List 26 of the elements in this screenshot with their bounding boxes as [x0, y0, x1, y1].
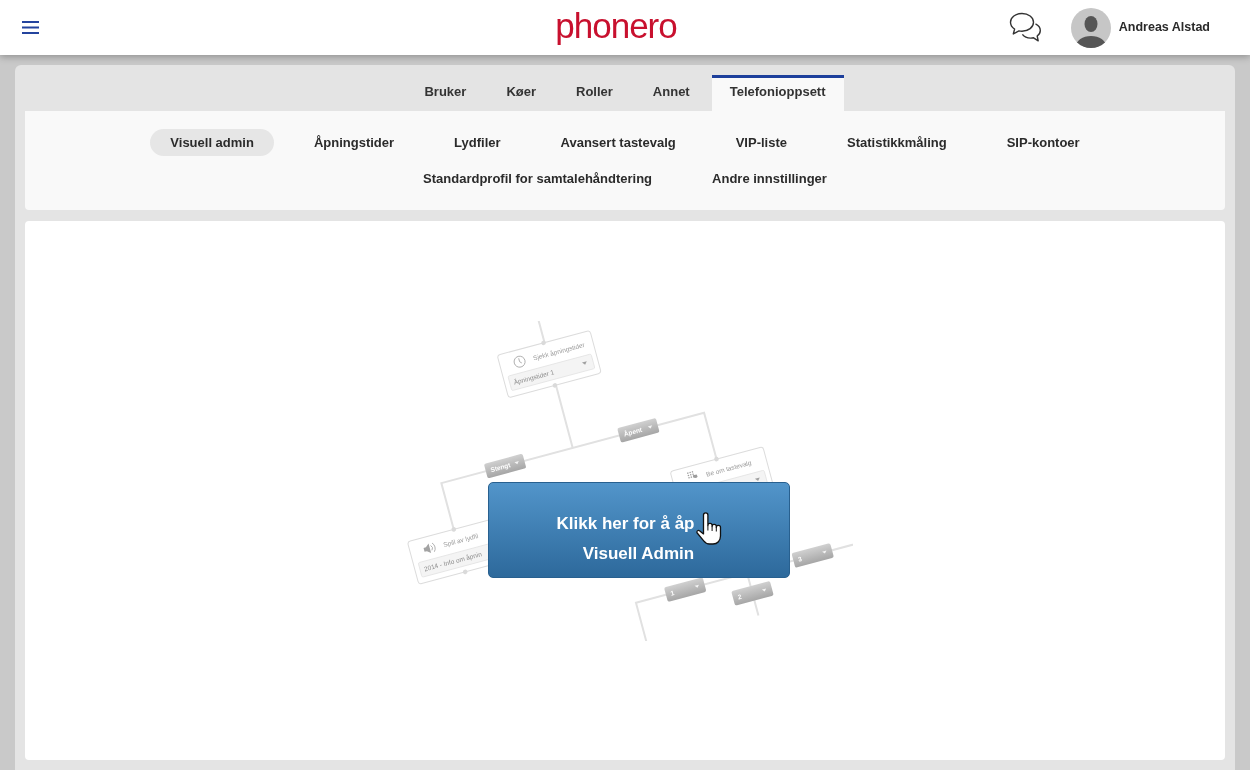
hand-cursor-icon	[695, 511, 723, 545]
subnav-tab[interactable]: Avansert tastevalg	[540, 129, 696, 156]
chat-icon[interactable]	[1008, 11, 1042, 44]
speaker-icon	[423, 542, 436, 553]
subnav-tab[interactable]: Åpningstider	[293, 129, 415, 156]
subnav-tab[interactable]: Standardprofil for samtalehåndtering	[403, 165, 673, 192]
tab[interactable]: Roller	[558, 75, 631, 111]
logo[interactable]: phonero	[555, 8, 677, 47]
avatar-icon[interactable]	[1070, 7, 1111, 48]
tab[interactable]: Telefonioppsett	[711, 75, 844, 111]
tab[interactable]: Bruker	[406, 75, 485, 111]
menu-icon[interactable]	[22, 21, 39, 34]
subnav-tab[interactable]: SIP-kontoer	[986, 129, 1100, 156]
tab[interactable]: Køer	[488, 75, 554, 111]
keypad-icon	[686, 470, 698, 479]
subnav-tab[interactable]: VIP-liste	[715, 129, 807, 156]
open-visual-admin-button[interactable]: Klikk her for å åp Visuell Admin	[487, 481, 790, 578]
user-name[interactable]: Andreas Alstad	[1118, 18, 1210, 37]
subnav-tab[interactable]: Statistikkmåling	[827, 129, 967, 156]
clock-icon	[513, 355, 525, 368]
tab[interactable]: Annet	[634, 75, 708, 111]
subnav-tab[interactable]: Lydfiler	[434, 129, 521, 156]
caret-icon	[581, 360, 587, 365]
subnav-tab[interactable]: Visuell admin	[150, 129, 274, 156]
subnav-tab[interactable]: Andre innstillinger	[692, 165, 847, 192]
caret-icon	[513, 460, 519, 464]
